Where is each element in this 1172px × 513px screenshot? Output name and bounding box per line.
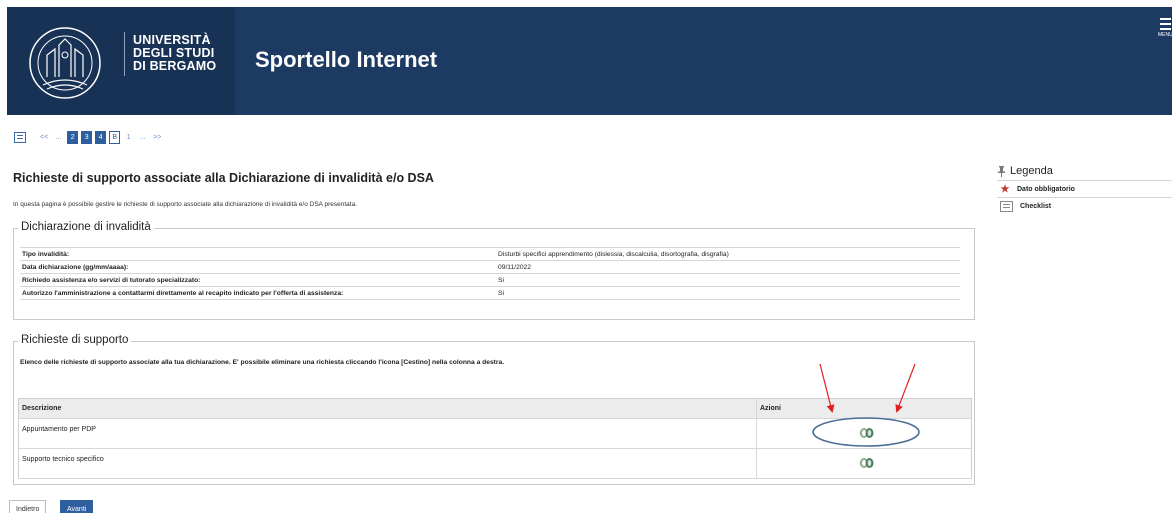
pager-step-next[interactable]: 1 bbox=[123, 131, 134, 144]
table-row: Appuntamento per PDP bbox=[18, 418, 972, 449]
legend-title: Legenda bbox=[1010, 165, 1053, 177]
menu-button[interactable]: MENU bbox=[1158, 15, 1172, 51]
step-pager: << ... 2 3 4 B 1 ... >> bbox=[14, 130, 163, 144]
page-intro: In questa pagina è possibile gestire le … bbox=[13, 201, 357, 208]
declaration-value: Disturbi specifici apprendimento (disles… bbox=[496, 247, 960, 261]
request-description: Supporto tecnico specifico bbox=[22, 456, 104, 463]
column-header-descrizione[interactable]: Descrizione bbox=[18, 398, 757, 419]
legend-item-label: Dato obbligatorio bbox=[1017, 185, 1075, 193]
star-icon: ★ bbox=[1000, 183, 1010, 195]
legend-item-label: Checklist bbox=[1020, 202, 1052, 210]
checklist-icon bbox=[1000, 200, 1013, 212]
declaration-row: Autorizzo l'amministrazione a contattarm… bbox=[20, 286, 960, 300]
back-button[interactable]: Indietro bbox=[9, 500, 47, 513]
site-header: UNIVERSITÀ DEGLI STUDI DI BERGAMO Sporte… bbox=[7, 7, 1172, 115]
request-actions-cell bbox=[756, 448, 972, 479]
table-row: Supporto tecnico specifico bbox=[18, 448, 972, 479]
pager-first[interactable]: << bbox=[38, 131, 50, 144]
pager-step[interactable]: 2 bbox=[67, 130, 79, 144]
request-description-cell: Supporto tecnico specifico bbox=[18, 448, 757, 479]
university-name: UNIVERSITÀ DEGLI STUDI DI BERGAMO bbox=[133, 34, 216, 73]
column-header-azioni: Azioni bbox=[756, 398, 972, 419]
declaration-row: Tipo invalidità: Disturbi specifici appr… bbox=[20, 247, 960, 261]
legend-item-required: ★ Dato obbligatorio bbox=[997, 180, 1172, 197]
hamburger-bar bbox=[1160, 23, 1171, 25]
pager-current-step: B bbox=[109, 130, 121, 144]
requests-intro: Elenco delle richieste di supporto assoc… bbox=[20, 359, 505, 366]
menu-label: MENU bbox=[1158, 32, 1172, 38]
trash-icon[interactable] bbox=[859, 457, 874, 469]
declaration-value: Si bbox=[496, 286, 960, 300]
university-name-line-3: DI BERGAMO bbox=[133, 59, 217, 73]
hamburger-bar bbox=[1160, 28, 1171, 30]
pager-step[interactable]: 3 bbox=[81, 130, 93, 144]
pager-ellipsis: ... bbox=[139, 133, 146, 141]
pager-step[interactable]: 4 bbox=[95, 130, 107, 144]
declaration-row: Richiedo assistenza e/o servizi di tutor… bbox=[20, 273, 960, 287]
step-list-icon[interactable] bbox=[14, 131, 26, 143]
legend-header: Legenda bbox=[997, 162, 1172, 180]
university-logo[interactable]: UNIVERSITÀ DEGLI STUDI DI BERGAMO bbox=[7, 7, 235, 115]
pin-icon bbox=[998, 165, 1005, 177]
pager-last[interactable]: >> bbox=[151, 131, 163, 144]
request-description-cell: Appuntamento per PDP bbox=[18, 418, 757, 449]
declaration-label: Tipo invalidità: bbox=[20, 247, 496, 261]
requests-legend: Richieste di supporto bbox=[18, 334, 132, 346]
university-seal-icon bbox=[29, 27, 101, 99]
declaration-label: Data dichiarazione (gg/mm/aaaa): bbox=[20, 260, 496, 274]
declaration-table: Tipo invalidità: Disturbi specifici appr… bbox=[20, 247, 960, 300]
logo-divider bbox=[124, 32, 125, 76]
declaration-value: Si bbox=[496, 273, 960, 287]
request-description: Appuntamento per PDP bbox=[22, 426, 96, 433]
declaration-row: Data dichiarazione (gg/mm/aaaa): 09/11/2… bbox=[20, 260, 960, 274]
declaration-label: Richiedo assistenza e/o servizi di tutor… bbox=[20, 273, 496, 287]
requests-header-row: Descrizione Azioni bbox=[18, 398, 972, 419]
app-title: Sportello Internet bbox=[255, 47, 438, 72]
declaration-legend: Dichiarazione di invalidità bbox=[18, 221, 154, 233]
requests-table: Descrizione Azioni Appuntamento per PDP … bbox=[18, 398, 972, 479]
next-button[interactable]: Avanti bbox=[60, 500, 94, 513]
hamburger-icon bbox=[1160, 18, 1171, 20]
trash-icon[interactable] bbox=[859, 427, 874, 439]
pager-ellipsis: ... bbox=[55, 133, 62, 141]
declaration-value: 09/11/2022 bbox=[496, 260, 960, 274]
page-title: Richieste di supporto associate alla Dic… bbox=[13, 171, 434, 185]
declaration-label: Autorizzo l'amministrazione a contattarm… bbox=[20, 286, 496, 300]
legend-panel: Legenda ★ Dato obbligatorio Checklist bbox=[997, 162, 1172, 214]
legend-item-checklist[interactable]: Checklist bbox=[997, 197, 1172, 214]
request-actions-cell bbox=[756, 418, 972, 449]
